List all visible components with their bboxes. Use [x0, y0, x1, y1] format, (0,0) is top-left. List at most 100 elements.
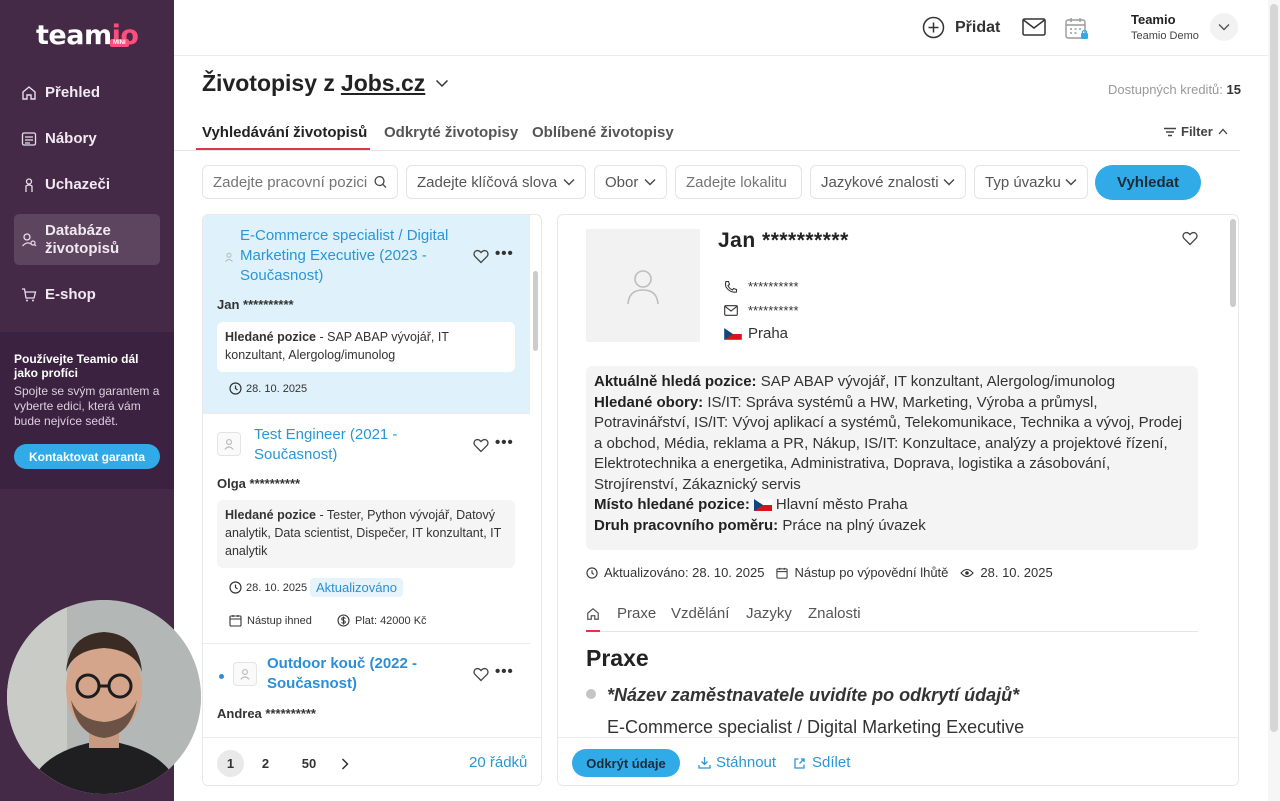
- user-menu-toggle[interactable]: [1210, 13, 1238, 41]
- detail-scrollbar[interactable]: [1230, 219, 1236, 307]
- czech-flag-icon: [753, 499, 772, 512]
- tab-cv-search[interactable]: Vyhledávání životopisů: [202, 124, 367, 141]
- mail-icon: [724, 305, 738, 316]
- list-item[interactable]: E-Commerce specialist / Digital Marketin…: [203, 215, 530, 413]
- timeline-bullet: [586, 689, 596, 699]
- chevron-down-icon: [1218, 24, 1230, 31]
- heart-icon[interactable]: [473, 667, 489, 682]
- candidate-summary: Aktuálně hledá pozice: SAP ABAP vývojář,…: [586, 366, 1198, 550]
- heart-icon[interactable]: [473, 249, 489, 264]
- avatar: [217, 245, 241, 269]
- languages-dropdown[interactable]: Jazykové znalosti: [810, 165, 966, 199]
- database-search-icon: [22, 232, 37, 246]
- salary-info: Plat: 42000 Kč: [337, 614, 427, 627]
- next-page-button[interactable]: [331, 750, 358, 777]
- person-icon: [25, 177, 33, 192]
- promo-text: Spojte se svým garantem a vyberte edici,…: [14, 384, 160, 428]
- sidebar-item-label: Přehled: [45, 84, 101, 101]
- sidebar-item-label: E-shop: [45, 286, 96, 303]
- user-company[interactable]: Teamio Demo: [1131, 30, 1199, 42]
- heart-icon[interactable]: [1182, 231, 1198, 246]
- more-options-icon[interactable]: •••: [495, 663, 514, 680]
- mail-icon[interactable]: [1022, 17, 1046, 37]
- sidebar-item-recruitments[interactable]: Nábory: [14, 126, 160, 151]
- job-title: E-Commerce specialist / Digital Marketin…: [607, 717, 1025, 737]
- chevron-right-icon: [341, 757, 349, 770]
- pagination: 1 2 50 20 řádků: [203, 737, 541, 785]
- money-icon: [337, 614, 350, 627]
- list-item[interactable]: Test Engineer (2021 - Současnost) ••• Ol…: [203, 413, 530, 643]
- user-name[interactable]: Teamio: [1131, 12, 1176, 27]
- chevron-down-icon: [644, 179, 656, 186]
- rows-per-page[interactable]: 20 řádků: [469, 754, 527, 771]
- card-title[interactable]: Outdoor kouč (2022 - Současnost): [267, 654, 457, 694]
- location-input[interactable]: [686, 173, 791, 191]
- page-button[interactable]: 2: [252, 750, 279, 777]
- add-label: Přidat: [955, 18, 1001, 36]
- home-icon[interactable]: [586, 607, 600, 621]
- sidebar-item-overview[interactable]: Přehled: [14, 80, 160, 105]
- updated-date: 28. 10. 2025: [229, 382, 307, 395]
- credits-value: 15: [1226, 82, 1241, 97]
- list-scrollbar[interactable]: [533, 271, 538, 351]
- page-button[interactable]: 1: [217, 750, 244, 777]
- download-icon: [698, 757, 711, 769]
- list-item[interactable]: Outdoor kouč (2022 - Současnost) ••• And…: [203, 643, 530, 743]
- card-title[interactable]: Test Engineer (2021 - Současnost): [254, 425, 464, 465]
- download-button[interactable]: Stáhnout: [698, 754, 776, 771]
- tab-education[interactable]: Vzdělání: [671, 605, 729, 622]
- employment-type-dropdown[interactable]: Typ úvazku: [974, 165, 1088, 199]
- page-button[interactable]: 50: [291, 750, 327, 777]
- cv-detail: Jan ********** ********** ********** Pra…: [557, 214, 1239, 786]
- candidate-name: Jan **********: [217, 297, 294, 312]
- contact-guarantor-button[interactable]: Kontaktovat garanta: [14, 444, 160, 469]
- share-button[interactable]: Sdílet: [794, 754, 850, 771]
- heart-icon[interactable]: [473, 438, 489, 453]
- position-input[interactable]: [213, 173, 375, 191]
- chevron-down-icon[interactable]: [435, 79, 449, 88]
- sidebar-item-candidates[interactable]: Uchazeči: [14, 172, 160, 197]
- results-list: E-Commerce specialist / Digital Marketin…: [202, 214, 542, 786]
- promo-box: Používejte Teamio dál jako profíci Spojt…: [0, 332, 174, 489]
- sidebar-item-cv-database[interactable]: Databáze životopisů: [14, 214, 160, 265]
- tab-revealed-cvs[interactable]: Odkryté životopisy: [384, 124, 518, 141]
- chevron-up-icon: [1218, 128, 1228, 135]
- tab-skills[interactable]: Znalosti: [808, 605, 861, 622]
- cv-meta: Aktualizováno: 28. 10. 2025 Nástup po vý…: [586, 565, 1053, 580]
- search-icon: [374, 175, 387, 189]
- reveal-details-button[interactable]: Odkrýt údaje: [572, 749, 680, 777]
- field-dropdown[interactable]: Obor: [594, 165, 667, 199]
- card-title[interactable]: E-Commerce specialist / Digital Marketin…: [240, 226, 466, 286]
- search-button[interactable]: Vyhledat: [1095, 165, 1201, 200]
- person-icon: [224, 438, 234, 450]
- top-bar: Přidat Teamio Teamio Demo: [174, 0, 1268, 56]
- calendar-lock-icon[interactable]: [1064, 16, 1090, 42]
- candidate-name: Andrea **********: [217, 706, 316, 721]
- candidate-photo: [586, 229, 700, 342]
- candidate-name: Jan **********: [718, 229, 849, 252]
- page-scrollbar[interactable]: [1268, 0, 1280, 801]
- city-info: Praha: [724, 325, 788, 342]
- updated-date: 28. 10. 2025: [229, 581, 307, 594]
- tab-favourite-cvs[interactable]: Oblíbené životopisy: [532, 124, 674, 141]
- person-placeholder-icon: [627, 269, 659, 304]
- person-icon: [240, 668, 250, 680]
- active-tab-indicator: [196, 148, 370, 150]
- tab-bar: Vyhledávání životopisů Odkryté životopis…: [174, 118, 1240, 151]
- tab-languages[interactable]: Jazyky: [746, 605, 792, 622]
- more-options-icon[interactable]: •••: [495, 245, 514, 262]
- plus-circle-icon: [922, 16, 945, 39]
- tab-experience[interactable]: Praxe: [617, 605, 656, 622]
- wanted-positions: Hledané pozice - Tester, Python vývojář,…: [217, 500, 515, 568]
- location-field[interactable]: [675, 165, 802, 199]
- person-icon: [225, 252, 233, 262]
- active-tab-indicator: [586, 630, 600, 632]
- add-button[interactable]: Přidat: [922, 16, 1000, 39]
- keywords-dropdown[interactable]: Zadejte klíčová slova: [406, 165, 586, 199]
- position-search-field[interactable]: [202, 165, 398, 199]
- source-selector[interactable]: Jobs.cz: [341, 70, 425, 97]
- share-icon: [794, 758, 805, 769]
- filter-button[interactable]: Filter: [1164, 124, 1228, 139]
- sidebar-item-eshop[interactable]: E-shop: [14, 282, 160, 307]
- more-options-icon[interactable]: •••: [495, 434, 514, 451]
